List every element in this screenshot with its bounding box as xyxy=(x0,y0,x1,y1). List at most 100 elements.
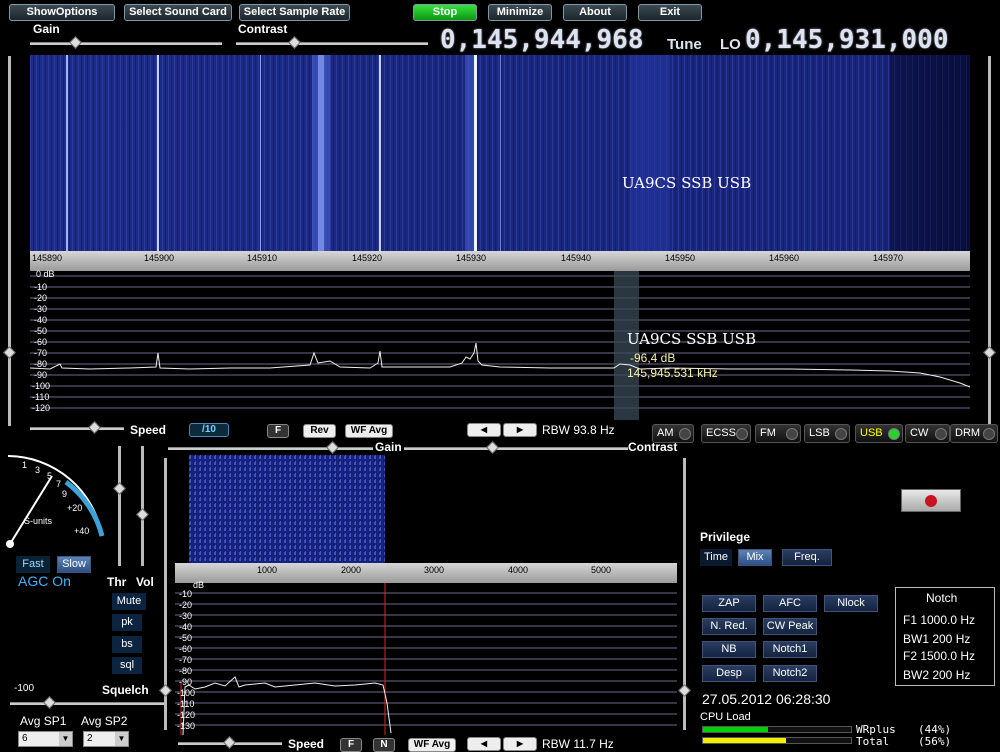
sql-button[interactable]: sql xyxy=(112,657,142,674)
s-meter-tick: +20 xyxy=(67,503,83,513)
db-tick-label: -10 xyxy=(34,282,48,292)
audio-contrast-slider[interactable] xyxy=(404,447,628,450)
audio-gain-slider[interactable] xyxy=(168,447,373,450)
zap-button[interactable]: ZAP xyxy=(702,595,756,612)
volume-slider-knob[interactable] xyxy=(136,508,149,521)
thr-label: Thr xyxy=(107,575,127,589)
contrast-slider[interactable] xyxy=(236,42,428,45)
privilege-time-button[interactable]: Time xyxy=(700,549,732,566)
waterfall-station-label: UA9CS SSB USB xyxy=(622,174,752,192)
main-step-right-button[interactable]: ▶ xyxy=(503,423,537,437)
audio-gain-slider-knob[interactable] xyxy=(326,441,339,454)
audio-n-button[interactable]: N xyxy=(373,738,395,752)
audio-scale-tick-label: 5000 xyxy=(590,565,612,575)
desp-button[interactable]: Desp xyxy=(702,665,756,682)
audio-gain-label: Gain xyxy=(375,440,402,454)
mode-indicator-icon xyxy=(679,428,691,440)
avg-sp2-select[interactable]: 2 ▼ xyxy=(83,731,129,747)
main-spectrum[interactable] xyxy=(30,271,970,420)
cw-peak-button[interactable]: CW Peak xyxy=(763,618,817,635)
volume-slider[interactable] xyxy=(141,446,144,566)
privilege-mix-button[interactable]: Mix xyxy=(738,549,772,566)
audio-spectrum[interactable] xyxy=(175,583,677,735)
left-vertical-slider[interactable] xyxy=(8,56,11,426)
minimize-button[interactable]: Minimize xyxy=(488,4,552,21)
mode-label: USB xyxy=(860,427,883,439)
exit-button[interactable]: Exit xyxy=(638,4,702,21)
mode-lsb-button[interactable]: LSB xyxy=(804,424,850,443)
cpu-total-bar xyxy=(702,737,852,744)
tune-label: Tune xyxy=(667,36,702,53)
nlock-button[interactable]: Nlock xyxy=(824,595,878,612)
record-button[interactable] xyxy=(901,489,961,512)
speed-divider-value[interactable]: /10 xyxy=(189,423,229,437)
audio-f-button[interactable]: F xyxy=(340,738,362,752)
audio-db-tick-label: -10 xyxy=(179,589,193,599)
gain-slider-knob[interactable] xyxy=(69,36,82,49)
right-vertical-slider[interactable] xyxy=(988,56,991,426)
audio-speed-slider-knob[interactable] xyxy=(223,736,236,749)
audio-db-tick-label: -130 xyxy=(177,721,196,731)
squelch-slider[interactable] xyxy=(10,702,166,705)
mode-usb-button[interactable]: USB xyxy=(855,424,903,443)
agc-slow-button[interactable]: Slow xyxy=(57,556,91,573)
about-button[interactable]: About xyxy=(563,4,627,21)
contrast-slider-knob[interactable] xyxy=(288,36,301,49)
mode-indicator-icon xyxy=(888,428,900,440)
mute-button[interactable]: Mute xyxy=(112,593,146,610)
audio-frequency-scale: 1000 2000 3000 4000 5000 xyxy=(175,563,677,583)
noise-blanker-button[interactable]: NB xyxy=(702,641,756,658)
threshold-slider[interactable] xyxy=(118,446,121,566)
show-options-button[interactable]: ShowOptions xyxy=(9,4,115,21)
mode-drm-button[interactable]: DRM xyxy=(950,424,998,443)
notch-f1: F1 1000.0 Hz xyxy=(903,613,976,627)
mode-cw-button[interactable]: CW xyxy=(905,424,950,443)
main-speed-slider-knob[interactable] xyxy=(88,421,101,434)
gain-slider[interactable] xyxy=(30,42,222,45)
squelch-slider-knob[interactable] xyxy=(43,696,56,709)
main-f-button[interactable]: F xyxy=(267,424,289,438)
db-tick-label: -60 xyxy=(34,337,48,347)
audio-contrast-slider-knob[interactable] xyxy=(486,441,499,454)
noise-reduction-button[interactable]: N. Red. xyxy=(702,618,756,635)
audio-step-left-button[interactable]: ◀ xyxy=(467,737,501,751)
select-sound-card-button[interactable]: Select Sound Card xyxy=(124,4,232,21)
privilege-freq-button[interactable]: Freq. xyxy=(782,549,832,566)
audio-left-slider-knob[interactable] xyxy=(159,684,172,697)
s-meter-tick: 5 xyxy=(47,471,53,481)
afc-button[interactable]: AFC xyxy=(763,595,817,612)
main-waterfall[interactable] xyxy=(30,55,970,251)
scale-tick-label: 145950 xyxy=(664,253,696,263)
agc-fast-button[interactable]: Fast xyxy=(16,556,50,573)
gain-label: Gain xyxy=(33,22,60,36)
stop-button[interactable]: Stop xyxy=(413,4,477,21)
mode-label: CW xyxy=(910,427,929,439)
bs-button[interactable]: bs xyxy=(112,636,142,653)
main-speed-slider[interactable] xyxy=(30,427,124,430)
avg-sp1-label: Avg SP1 xyxy=(20,714,67,728)
audio-waterfall[interactable] xyxy=(175,455,677,563)
notch1-button[interactable]: Notch1 xyxy=(763,641,817,658)
rev-button[interactable]: Rev xyxy=(303,424,336,438)
mode-ecss-button[interactable]: ECSS xyxy=(701,424,751,443)
audio-step-right-button[interactable]: ▶ xyxy=(503,737,537,751)
select-sample-rate-button[interactable]: Select Sample Rate xyxy=(239,4,350,21)
tune-frequency[interactable]: 0,145,944,968 xyxy=(440,25,644,55)
lo-frequency[interactable]: 0,145,931,000 xyxy=(745,25,949,55)
db-tick-label: -40 xyxy=(34,315,48,325)
right-vertical-slider-knob[interactable] xyxy=(983,346,996,359)
avg-sp1-select[interactable]: 6 ▼ xyxy=(18,731,73,747)
main-step-left-button[interactable]: ◀ xyxy=(467,423,501,437)
mode-label: FM xyxy=(760,427,776,439)
threshold-slider-knob[interactable] xyxy=(113,482,126,495)
audio-right-slider-knob[interactable] xyxy=(678,684,691,697)
mode-fm-button[interactable]: FM xyxy=(755,424,801,443)
main-wf-avg-button[interactable]: WF Avg xyxy=(345,424,393,438)
audio-db-tick-label: -100 xyxy=(177,688,196,698)
notch2-button[interactable]: Notch2 xyxy=(763,665,817,682)
audio-wf-avg-button[interactable]: WF Avg xyxy=(408,738,456,752)
pk-button[interactable]: pk xyxy=(112,614,142,631)
left-vertical-slider-knob[interactable] xyxy=(3,346,16,359)
lo-label: LO xyxy=(720,36,741,53)
cpu-total-fill xyxy=(703,738,786,743)
